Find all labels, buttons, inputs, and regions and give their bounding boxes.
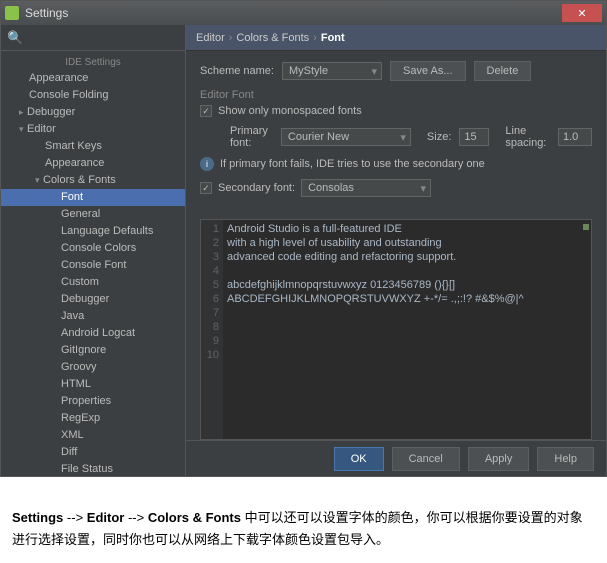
tree-item-label: Console Font [61,259,126,271]
dialog-buttons: OK Cancel Apply Help [186,440,606,476]
tree-item-label: XML [61,429,84,441]
tree-item-label: Colors & Fonts [43,174,116,186]
tree-item[interactable]: Java [1,308,185,325]
bc-editor[interactable]: Editor [196,32,225,44]
tree-item[interactable]: Custom [1,274,185,291]
tree-item[interactable]: Console Colors [1,240,185,257]
tree-item[interactable]: File Status [1,461,185,476]
tree-item-label: Groovy [61,361,96,373]
tree-item[interactable]: Font [1,189,185,206]
cancel-button[interactable]: Cancel [392,447,460,471]
help-button[interactable]: Help [537,447,594,471]
chevron-right-icon: › [229,32,233,44]
tree-item[interactable]: ▸Debugger [1,104,185,121]
tree-item[interactable]: ▾Colors & Fonts [1,172,185,189]
scheme-name-combo[interactable]: MyStyle [282,62,382,80]
font-preview: 12345678910 Android Studio is a full-fea… [200,219,592,440]
check-icon: ✓ [200,105,212,117]
tree-item-label: Debugger [27,106,75,118]
tree-item-label: Smart Keys [45,140,102,152]
tree-item[interactable]: Appearance [1,70,185,87]
tree-item-label: Appearance [29,72,88,84]
titlebar: Settings ✕ [1,1,606,25]
line-spacing-input[interactable] [558,128,592,146]
sidebar: 🔍 ◄ ► IDE Settings Appearance Console Fol… [1,25,186,476]
line-spacing-label: Line spacing: [505,125,550,149]
settings-window: Settings ✕ 🔍 ◄ ► IDE Settings Appearance… [0,0,607,477]
primary-font-combo[interactable]: Courier New [281,128,411,146]
tree-item[interactable]: Smart Keys [1,138,185,155]
secondary-font-label: Secondary font: [218,182,295,194]
tree-item[interactable]: Android Logcat [1,325,185,342]
tree-item-label: Java [61,310,84,322]
tree-item-label: RegExp [61,412,100,424]
tree-item-label: Editor [27,123,56,135]
app-icon [5,6,19,20]
secondary-font-combo[interactable]: Consolas [301,179,431,197]
tree-item[interactable]: RegExp [1,410,185,427]
tree-item[interactable]: GitIgnore [1,342,185,359]
tree-item[interactable]: Groovy [1,359,185,376]
caption-text: Settings --> Editor --> Colors & Fonts 中… [0,477,607,563]
save-as-button[interactable]: Save As... [390,61,466,81]
settings-tree[interactable]: IDE Settings AppearanceConsole Folding▸D… [1,51,185,476]
scheme-name-label: Scheme name: [200,65,274,77]
tree-item[interactable]: Appearance [1,155,185,172]
tree-item-label: General [61,208,100,220]
content-pane: Editor › Colors & Fonts › Font Scheme na… [186,25,606,476]
close-button[interactable]: ✕ [562,4,602,22]
tree-item-label: Console Colors [61,242,136,254]
tree-item[interactable]: ▾Editor [1,121,185,138]
mono-only-checkbox[interactable]: ✓ Show only monospaced fonts [200,105,362,117]
tree-item-label: Appearance [45,157,104,169]
tree-item[interactable]: Console Folding [1,87,185,104]
expand-arrow-icon: ▸ [19,105,27,120]
search-row: 🔍 ◄ ► [1,25,185,51]
bc-colors-fonts[interactable]: Colors & Fonts [236,32,309,44]
tree-item-label: GitIgnore [61,344,106,356]
secondary-font-checkbox[interactable]: ✓ Secondary font: [200,182,295,194]
line-gutter: 12345678910 [201,220,223,439]
breadcrumb: Editor › Colors & Fonts › Font [186,25,606,51]
tree-item-label: Diff [61,446,77,458]
tree-item-label: Language Defaults [61,225,153,237]
tree-item[interactable]: XML [1,427,185,444]
size-input[interactable] [459,128,489,146]
tree-item-label: Console Folding [29,89,109,101]
mono-only-label: Show only monospaced fonts [218,105,362,117]
expand-arrow-icon: ▾ [19,122,27,137]
check-icon: ✓ [200,182,212,194]
apply-button[interactable]: Apply [468,447,530,471]
search-input[interactable] [29,31,184,45]
tree-item-label: Debugger [61,293,109,305]
size-label: Size: [427,131,451,143]
tree-item[interactable]: Console Font [1,257,185,274]
info-icon: i [200,157,214,171]
expand-arrow-icon: ▾ [35,173,43,188]
ok-button[interactable]: OK [334,447,384,471]
tree-item-label: File Status [61,463,113,475]
chevron-right-icon: › [313,32,317,44]
tree-item-label: Custom [61,276,99,288]
editor-font-group-label: Editor Font [200,89,592,101]
error-stripe-marker [583,224,589,230]
tree-item[interactable]: General [1,206,185,223]
tree-section-header: IDE Settings [1,55,185,70]
preview-code: Android Studio is a full-featured IDEwit… [223,220,591,439]
tree-item[interactable]: Debugger [1,291,185,308]
fallback-text: If primary font fails, IDE tries to use … [220,158,485,170]
bc-font: Font [321,32,345,44]
tree-item[interactable]: Properties [1,393,185,410]
search-icon: 🔍 [7,30,23,46]
window-title: Settings [25,6,68,20]
tree-item[interactable]: HTML [1,376,185,393]
primary-font-label: Primary font: [230,125,273,149]
tree-item-label: HTML [61,378,91,390]
tree-item-label: Android Logcat [61,327,135,339]
tree-item-label: Properties [61,395,111,407]
tree-item-label: Font [61,191,83,203]
tree-item[interactable]: Language Defaults [1,223,185,240]
delete-button[interactable]: Delete [474,61,532,81]
tree-item[interactable]: Diff [1,444,185,461]
